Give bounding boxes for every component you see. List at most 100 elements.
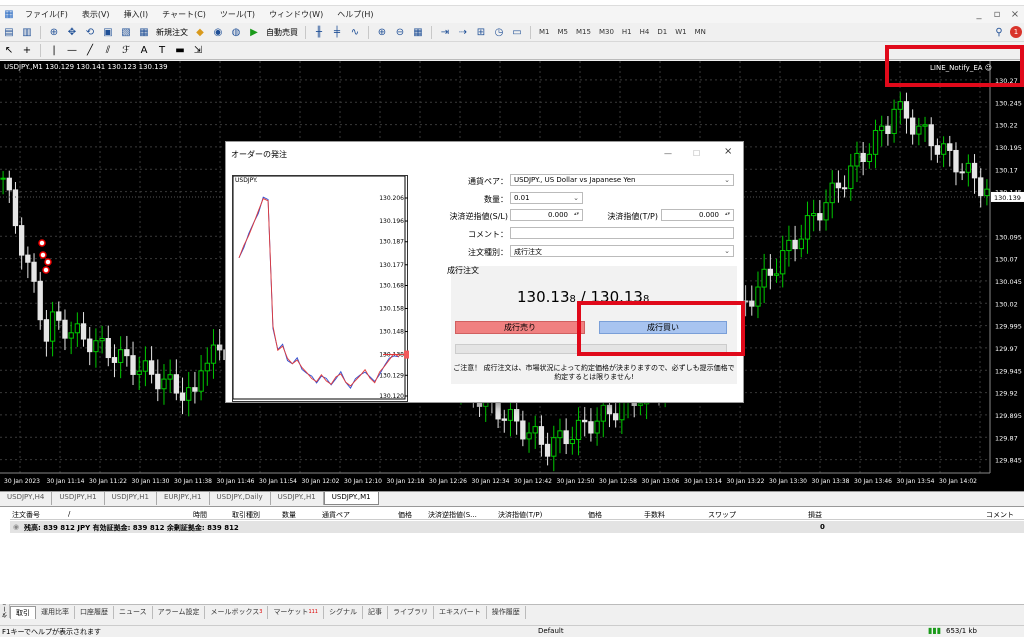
- chart-tab[interactable]: USDJPY.,Daily: [210, 492, 271, 505]
- symbol-select[interactable]: USDJPY., US Dollar vs Japanese Yen ⌄: [510, 174, 734, 186]
- cursor-icon[interactable]: ↖: [2, 44, 16, 58]
- spinner-icon[interactable]: ▴▾: [725, 211, 730, 217]
- col-type[interactable]: 取引種別: [232, 510, 260, 520]
- zoom-in-icon[interactable]: ⊕: [375, 25, 389, 39]
- terminal-tab-experts[interactable]: エキスパート: [434, 605, 487, 619]
- menu-tools[interactable]: ツール(T): [213, 9, 262, 20]
- auto-trade-button[interactable]: 自動売買: [263, 27, 301, 38]
- line-chart-icon[interactable]: ∿: [348, 25, 362, 39]
- chart-tab[interactable]: USDJPY.,H1: [271, 492, 324, 505]
- profiles-icon[interactable]: ▥: [20, 25, 34, 39]
- new-chart-icon[interactable]: ▤: [2, 25, 16, 39]
- dialog-maximize-icon[interactable]: ☐: [693, 149, 700, 158]
- order-type-select[interactable]: 成行注文 ⌄: [510, 245, 734, 257]
- timeframe-d1[interactable]: D1: [653, 28, 671, 36]
- col-time[interactable]: 時間: [193, 510, 207, 520]
- col-price[interactable]: 価格: [398, 510, 412, 520]
- col-profit[interactable]: 損益: [808, 510, 822, 520]
- terminal-tab-history[interactable]: 口座履歴: [75, 605, 114, 619]
- terminal-tab-library[interactable]: ライブラリ: [388, 605, 434, 619]
- terminal-tab-trade[interactable]: 取引: [10, 605, 36, 619]
- timeframe-h4[interactable]: H4: [636, 28, 654, 36]
- col-sl[interactable]: 決済逆指値(S...: [428, 510, 477, 520]
- channel-icon[interactable]: ⫽: [101, 44, 115, 58]
- arrows-icon[interactable]: ⇲: [191, 44, 205, 58]
- col-tp[interactable]: 決済指値(T/P): [498, 510, 542, 520]
- tp-input[interactable]: 0.000 ▴▾: [661, 209, 734, 221]
- sell-market-button[interactable]: 成行売り: [455, 321, 585, 334]
- indicators-icon[interactable]: ⊞: [474, 25, 488, 39]
- restore-icon[interactable]: ▫: [990, 8, 1004, 22]
- dialog-minimize-icon[interactable]: —: [664, 149, 672, 158]
- tester-icon[interactable]: ▧: [119, 25, 133, 39]
- bar-chart-icon[interactable]: ╫: [312, 25, 326, 39]
- timeframe-m1[interactable]: M1: [535, 28, 554, 36]
- menu-insert[interactable]: 挿入(I): [117, 9, 156, 20]
- periods-icon[interactable]: ◷: [492, 25, 506, 39]
- menu-chart[interactable]: チャート(C): [155, 9, 213, 20]
- chart-tab-active[interactable]: USDJPY.,M1: [323, 492, 379, 505]
- terminal-tab-journal[interactable]: 操作履歴: [487, 605, 526, 619]
- terminal-tab-market[interactable]: マーケット 111: [268, 605, 324, 619]
- col-commission[interactable]: 手数料: [644, 510, 665, 520]
- vertical-line-icon[interactable]: |: [47, 44, 61, 58]
- timeframe-mn[interactable]: MN: [691, 28, 710, 36]
- terminal-tab-exposure[interactable]: 運用比率: [36, 605, 75, 619]
- minimize-icon[interactable]: _: [972, 8, 986, 22]
- rectangle-icon[interactable]: ▬: [173, 44, 187, 58]
- text-icon[interactable]: A: [137, 44, 151, 58]
- templates-icon[interactable]: ▭: [510, 25, 524, 39]
- menu-file[interactable]: ファイル(F): [18, 9, 75, 20]
- trendline-icon[interactable]: ╱: [83, 44, 97, 58]
- timeframe-m30[interactable]: M30: [595, 28, 618, 36]
- fibonacci-icon[interactable]: ℱ: [119, 44, 133, 58]
- close-icon[interactable]: ×: [1008, 8, 1022, 22]
- navigator-icon[interactable]: ⟲: [83, 25, 97, 39]
- dialog-close-icon[interactable]: ×: [724, 146, 732, 157]
- col-swap[interactable]: スワップ: [708, 510, 736, 520]
- data-window-icon[interactable]: ✥: [65, 25, 79, 39]
- chart-tab[interactable]: USDJPY,H1: [105, 492, 157, 505]
- chart-tab[interactable]: EURJPY.,H1: [157, 492, 210, 505]
- chart-tab[interactable]: USDJPY,H1: [52, 492, 105, 505]
- terminal-tab-signals[interactable]: シグナル: [324, 605, 363, 619]
- balance-row[interactable]: ◉ 残高: 839 812 JPY 有効証拠金: 839 812 余剰証拠金: …: [10, 521, 1024, 533]
- terminal-tab-alerts[interactable]: アラーム設定: [153, 605, 206, 619]
- tile-windows-icon[interactable]: ▦: [411, 25, 425, 39]
- terminal-icon[interactable]: ▣: [101, 25, 115, 39]
- crosshair-icon[interactable]: +: [20, 44, 34, 58]
- col-symbol[interactable]: 通貨ペア: [322, 510, 350, 520]
- chart-shift-icon[interactable]: ⇥: [438, 25, 452, 39]
- candle-chart-icon[interactable]: ╪: [330, 25, 344, 39]
- timeframe-h1[interactable]: H1: [618, 28, 636, 36]
- terminal-tab-articles[interactable]: 記事: [363, 605, 388, 619]
- timeframe-m15[interactable]: M15: [572, 28, 595, 36]
- col-volume[interactable]: 数量: [282, 510, 296, 520]
- spinner-icon[interactable]: ▴▾: [574, 211, 579, 217]
- new-order-button[interactable]: 新規注文: [153, 27, 191, 38]
- col-order[interactable]: 注文番号: [12, 510, 40, 520]
- timeframe-w1[interactable]: W1: [671, 28, 690, 36]
- notification-icon[interactable]: 1: [1010, 26, 1022, 38]
- col-comment[interactable]: コメント: [986, 510, 1014, 520]
- metaeditor-icon[interactable]: ◆: [193, 25, 207, 39]
- auto-scroll-icon[interactable]: ⇢: [456, 25, 470, 39]
- menu-window[interactable]: ウィンドウ(W): [262, 9, 330, 20]
- terminal-tab-mailbox[interactable]: メールボックス 3: [205, 605, 269, 619]
- col-price2[interactable]: 価格: [588, 510, 602, 520]
- horizontal-line-icon[interactable]: —: [65, 44, 79, 58]
- signals-icon[interactable]: ◉: [211, 25, 225, 39]
- market-watch-icon[interactable]: ⊕: [47, 25, 61, 39]
- chart-tab[interactable]: USDJPY,H4: [0, 492, 53, 505]
- timeframe-m5[interactable]: M5: [554, 28, 573, 36]
- menu-help[interactable]: ヘルプ(H): [330, 9, 380, 20]
- terminal-tab-news[interactable]: ニュース: [114, 605, 153, 619]
- text-label-icon[interactable]: T: [155, 44, 169, 58]
- zoom-out-icon[interactable]: ⊖: [393, 25, 407, 39]
- sl-input[interactable]: 0.000 ▴▾: [510, 209, 583, 221]
- market-icon[interactable]: ◍: [229, 25, 243, 39]
- menu-view[interactable]: 表示(V): [75, 9, 117, 20]
- comment-input[interactable]: [510, 227, 734, 239]
- search-icon[interactable]: ⚲: [992, 25, 1006, 39]
- volume-select[interactable]: 0.01 ⌄: [510, 192, 583, 204]
